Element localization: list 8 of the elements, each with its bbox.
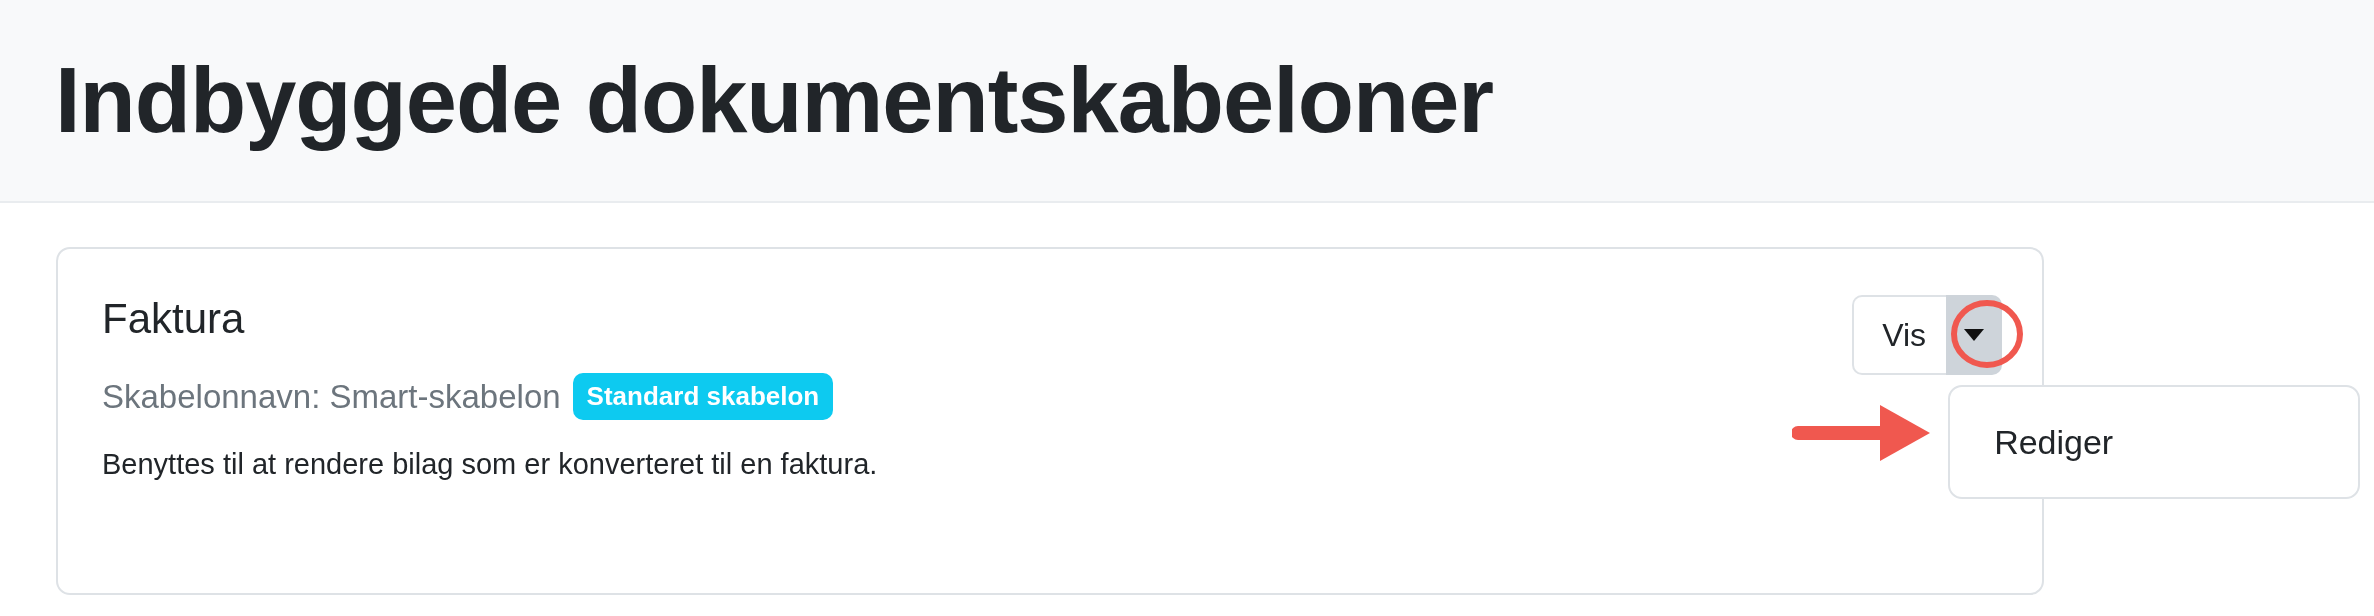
template-name: Skabelonnavn: Smart-skabelon bbox=[102, 377, 561, 416]
template-title: Faktura bbox=[102, 295, 246, 343]
template-description: Benyttes til at rendere bilag som er konverteret til en faktura. bbox=[102, 448, 878, 481]
view-button[interactable]: Vis bbox=[1852, 295, 1946, 375]
page-title: Indbyggede dokumentskabeloner bbox=[55, 48, 1494, 153]
default-badge: Standard skabelon bbox=[572, 373, 834, 420]
caret-icon bbox=[1964, 329, 1984, 341]
menu-item[interactable]: Rediger bbox=[1950, 422, 2359, 462]
